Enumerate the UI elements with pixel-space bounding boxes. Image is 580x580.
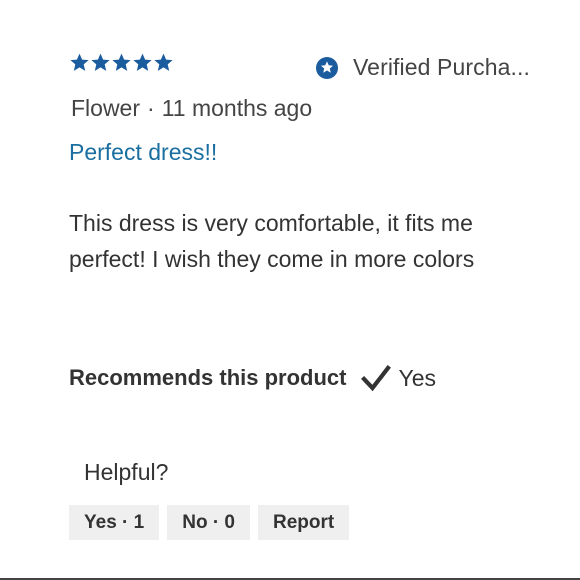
report-button[interactable]: Report [258, 505, 350, 540]
reviewer-name: Flower [71, 95, 141, 121]
star-rating [69, 52, 174, 73]
feedback-buttons: Yes · 1 No · 0 Report [69, 505, 350, 540]
checkmark-icon [361, 365, 392, 392]
verified-purchase-label: Verified Purcha... [353, 54, 530, 80]
helpful-no-button[interactable]: No · 0 [167, 505, 250, 540]
verified-badge-icon [316, 56, 338, 79]
verified-purchase-badge: Verified Purcha... [315, 54, 530, 81]
meta-separator: · [147, 95, 155, 121]
recommends-label: Recommends this product [69, 365, 347, 390]
helpful-yes-button[interactable]: Yes · 1 [69, 505, 160, 540]
star-icon [91, 53, 110, 71]
star-icon [133, 53, 152, 71]
recommendation-row: Recommends this product Yes [69, 362, 436, 394]
star-icon [112, 53, 131, 71]
review-body: This dress is very comfortable, it fits … [69, 210, 475, 272]
review-meta: Flower · 11 months ago [71, 95, 312, 122]
review-date: 11 months ago [161, 95, 313, 121]
recommends-value: Yes [398, 364, 437, 391]
star-icon [154, 53, 173, 71]
star-icon [70, 53, 89, 71]
helpful-prompt: Helpful? [84, 459, 169, 485]
review-title: Perfect dress!! [69, 139, 218, 165]
